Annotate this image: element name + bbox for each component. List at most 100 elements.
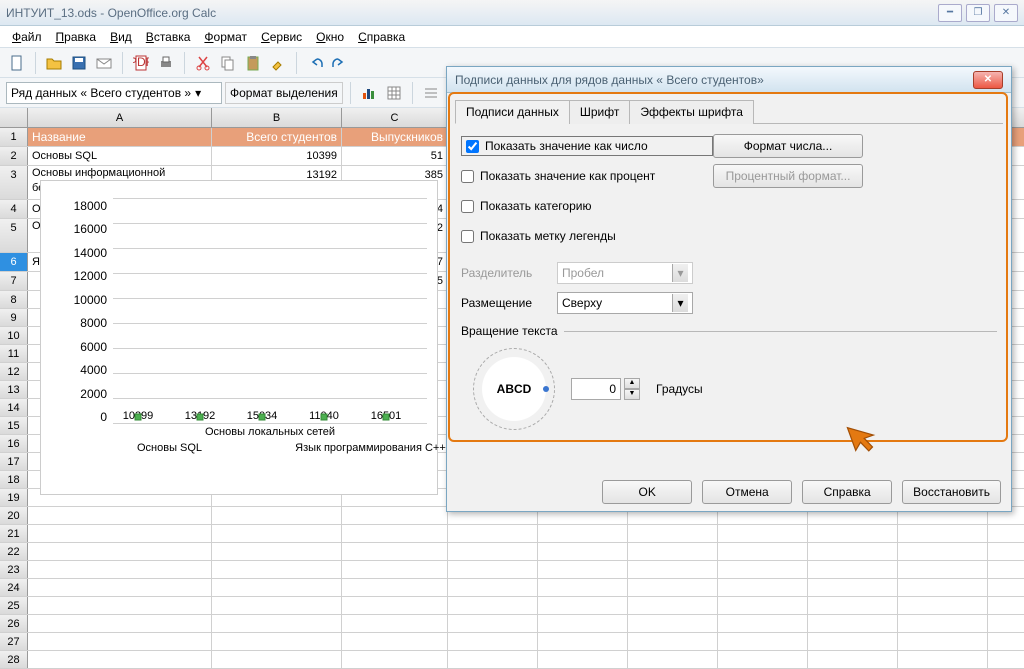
show-value-number-checkbox[interactable]: Показать значение как число (461, 136, 713, 156)
menu-правка[interactable]: Правка (50, 28, 103, 46)
cell[interactable] (988, 651, 1024, 668)
cancel-button[interactable]: Отмена (702, 480, 792, 504)
tab-data-labels[interactable]: Подписи данных (455, 100, 570, 124)
cell[interactable] (808, 525, 898, 542)
maximize-button[interactable]: ❐ (966, 4, 990, 22)
cell[interactable] (718, 615, 808, 632)
chart-type-icon[interactable] (358, 82, 380, 104)
cell[interactable] (538, 615, 628, 632)
row-header[interactable]: 15 (0, 417, 28, 434)
menu-формат[interactable]: Формат (198, 28, 253, 46)
cell[interactable] (628, 543, 718, 560)
row-header[interactable]: 1 (0, 128, 28, 146)
show-category-checkbox[interactable]: Показать категорию (461, 199, 713, 213)
cell[interactable] (718, 525, 808, 542)
cell[interactable] (718, 543, 808, 560)
cell[interactable] (28, 543, 212, 560)
cell[interactable] (628, 615, 718, 632)
copy-icon[interactable] (217, 52, 239, 74)
format-selection-button[interactable]: Формат выделения (225, 82, 343, 104)
spin-up-button[interactable]: ▲ (624, 378, 640, 389)
chart-data-icon[interactable] (383, 82, 405, 104)
menu-файл[interactable]: Файл (6, 28, 48, 46)
row-header[interactable]: 18 (0, 471, 28, 488)
column-header-c[interactable]: C (342, 108, 448, 127)
row-header[interactable]: 26 (0, 615, 28, 632)
cell[interactable]: Всего студентов (212, 128, 342, 146)
cell[interactable] (628, 561, 718, 578)
row-header[interactable]: 3 (0, 166, 28, 199)
menu-вид[interactable]: Вид (104, 28, 138, 46)
placement-select[interactable]: Сверху ▾ (557, 292, 693, 314)
row-header[interactable]: 10 (0, 327, 28, 344)
cell[interactable] (342, 615, 448, 632)
row-header[interactable]: 14 (0, 399, 28, 416)
cell[interactable] (718, 579, 808, 596)
cell[interactable] (628, 597, 718, 614)
row-header[interactable]: 11 (0, 345, 28, 362)
rotation-dial[interactable]: ABCD (473, 348, 555, 430)
cell[interactable] (28, 525, 212, 542)
row-header[interactable]: 13 (0, 381, 28, 398)
row-header[interactable]: 21 (0, 525, 28, 542)
row-header[interactable]: 28 (0, 651, 28, 668)
cell[interactable] (718, 651, 808, 668)
redo-icon[interactable] (329, 52, 351, 74)
cell[interactable] (988, 615, 1024, 632)
reset-button[interactable]: Восстановить (902, 480, 1001, 504)
tab-font[interactable]: Шрифт (569, 100, 630, 124)
cell[interactable] (538, 579, 628, 596)
row-header[interactable]: 7 (0, 272, 28, 290)
cell[interactable] (28, 597, 212, 614)
show-value-percent-checkbox[interactable]: Показать значение как процент (461, 169, 713, 183)
select-all-corner[interactable] (0, 108, 28, 127)
cell[interactable] (212, 597, 342, 614)
cell[interactable]: Основы SQL (28, 147, 212, 165)
cell[interactable] (448, 651, 538, 668)
cell[interactable] (898, 615, 988, 632)
cell[interactable] (538, 543, 628, 560)
cell[interactable] (212, 543, 342, 560)
cell[interactable] (628, 525, 718, 542)
cell[interactable] (988, 525, 1024, 542)
row-header[interactable]: 2 (0, 147, 28, 165)
cell[interactable]: 51 (342, 147, 448, 165)
cell[interactable] (212, 507, 342, 524)
cell[interactable] (28, 651, 212, 668)
cell[interactable] (988, 543, 1024, 560)
format-paintbrush-icon[interactable] (267, 52, 289, 74)
cell[interactable] (628, 579, 718, 596)
row-header[interactable]: 12 (0, 363, 28, 380)
cell[interactable] (342, 561, 448, 578)
cell[interactable] (988, 597, 1024, 614)
cell[interactable] (538, 525, 628, 542)
dialog-titlebar[interactable]: Подписи данных для рядов данных « Всего … (447, 67, 1011, 93)
cell[interactable] (212, 633, 342, 650)
print-icon[interactable] (155, 52, 177, 74)
row-header[interactable]: 6 (0, 253, 28, 271)
cell[interactable] (898, 597, 988, 614)
row-header[interactable]: 20 (0, 507, 28, 524)
cell[interactable] (808, 651, 898, 668)
toggle-hgrid-icon[interactable] (420, 82, 442, 104)
cell[interactable] (898, 633, 988, 650)
minimize-button[interactable]: ━ (938, 4, 962, 22)
tab-font-effects[interactable]: Эффекты шрифта (629, 100, 754, 124)
cell[interactable] (448, 597, 538, 614)
menu-справка[interactable]: Справка (352, 28, 411, 46)
cell[interactable]: Название (28, 128, 212, 146)
cell[interactable] (448, 525, 538, 542)
email-icon[interactable] (93, 52, 115, 74)
cell[interactable]: Выпускников (342, 128, 448, 146)
column-header-b[interactable]: B (212, 108, 342, 127)
cell[interactable] (718, 633, 808, 650)
export-pdf-icon[interactable]: PDF (130, 52, 152, 74)
show-legend-key-checkbox[interactable]: Показать метку легенды (461, 229, 713, 243)
cell[interactable] (718, 561, 808, 578)
cell[interactable] (212, 525, 342, 542)
cell[interactable] (28, 615, 212, 632)
cell[interactable] (898, 525, 988, 542)
row-header[interactable]: 9 (0, 309, 28, 326)
help-button[interactable]: Справка (802, 480, 892, 504)
cell[interactable] (898, 651, 988, 668)
